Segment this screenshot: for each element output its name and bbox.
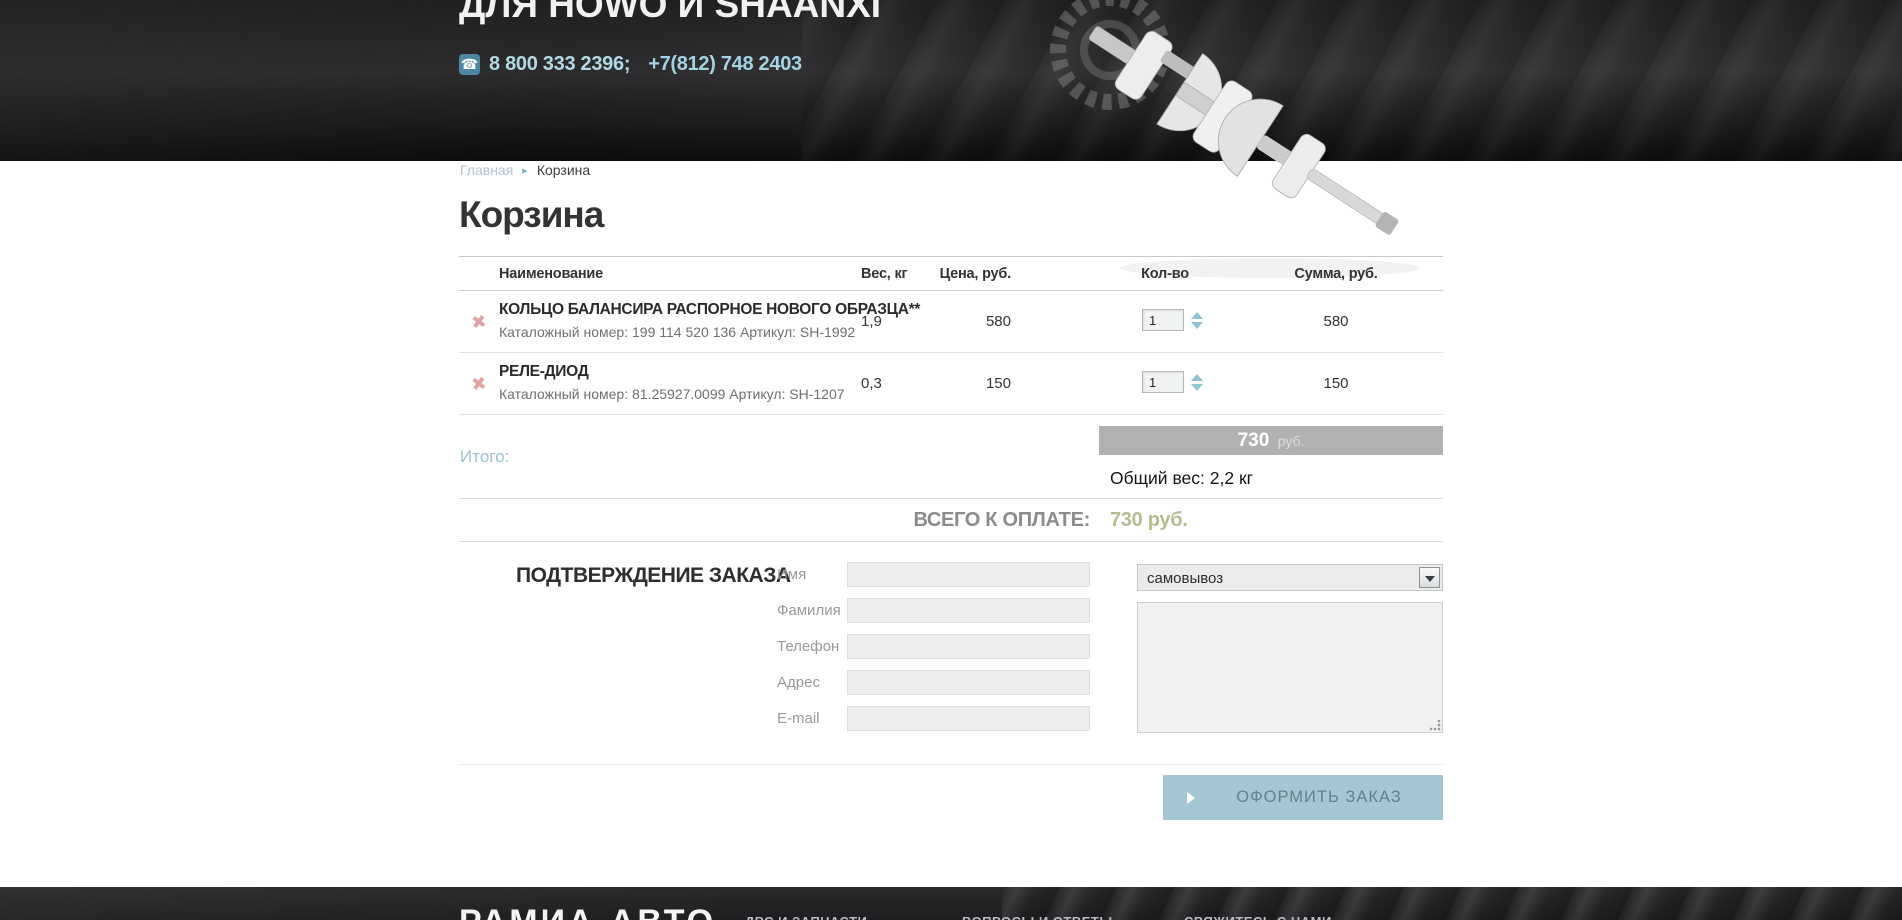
cart-table-header: Наименование Вес, кг Цена, руб. Кол-во С… (459, 256, 1443, 291)
qty-up-icon[interactable] (1191, 373, 1203, 381)
total-weight: Общий вес: 2,2 кг (1110, 468, 1253, 488)
qty-down-icon[interactable] (1191, 321, 1203, 329)
column-header-weight: Вес, кг (861, 266, 908, 282)
phone-field-label: Телефон (777, 638, 840, 655)
breadcrumb-arrow-icon: ▸ (522, 164, 528, 177)
item-weight: 1,9 (861, 313, 882, 330)
form-row: E-mail (459, 706, 1119, 732)
quantity-stepper (1142, 309, 1203, 331)
totals-label: Итого: (460, 447, 510, 466)
address-field[interactable] (847, 670, 1090, 695)
select-dropdown-button[interactable] (1419, 567, 1440, 588)
quantity-stepper (1142, 371, 1203, 393)
quantity-arrows (1191, 373, 1203, 391)
divider (459, 498, 1443, 499)
name-field[interactable] (847, 562, 1090, 587)
item-details: Каталожный номер: 81.25927.0099 Артикул:… (499, 386, 845, 402)
surname-field-label: Фамилия (777, 602, 841, 619)
email-field-label: E-mail (777, 710, 820, 727)
submit-order-button[interactable]: ОФОРМИТЬ ЗАКАЗ (1163, 775, 1443, 820)
breadcrumb: Главная ▸ Корзина (460, 162, 590, 178)
quantity-input[interactable] (1142, 371, 1184, 393)
name-field-label: Имя (777, 566, 807, 583)
column-header-sum: Сумма, руб. (1294, 266, 1378, 282)
form-row: Адрес (459, 670, 1119, 696)
breadcrumb-home-link[interactable]: Главная (460, 162, 513, 178)
delete-item-icon[interactable]: ✖ (465, 371, 492, 398)
page-title: Корзина (459, 194, 604, 235)
table-row: ✖ КОЛЬЦО БАЛАНСИРА РАСПОРНОЕ НОВОГО ОБРА… (459, 291, 1443, 353)
total-amount-currency: руб. (1277, 433, 1305, 449)
item-sum: 150 (1323, 375, 1349, 392)
item-price: 150 (985, 375, 1011, 392)
delivery-method-select[interactable]: самовывоз (1137, 564, 1443, 591)
column-header-price: Цена, руб. (939, 266, 1012, 282)
item-price: 580 (985, 313, 1011, 330)
submit-order-label: ОФОРМИТЬ ЗАКАЗ (1236, 788, 1402, 806)
qty-up-icon[interactable] (1191, 311, 1203, 319)
phone-field[interactable] (847, 634, 1090, 659)
email-field[interactable] (847, 706, 1090, 731)
order-comment-textarea[interactable] (1137, 602, 1443, 733)
table-row: ✖ РЕЛЕ-ДИОД Каталожный номер: 81.25927.0… (459, 353, 1443, 415)
divider (459, 541, 1443, 542)
surname-field[interactable] (847, 598, 1090, 623)
qty-down-icon[interactable] (1191, 383, 1203, 391)
quantity-input[interactable] (1142, 309, 1184, 331)
delivery-selected-option: самовывоз (1147, 570, 1224, 587)
item-weight: 0,3 (861, 375, 882, 392)
item-name: КОЛЬЦО БАЛАНСИРА РАСПОРНОЕ НОВОГО ОБРАЗЦ… (499, 301, 921, 318)
chevron-down-icon (1425, 576, 1435, 582)
form-row: Имя (459, 562, 1119, 588)
cart-table: Наименование Вес, кг Цена, руб. Кол-во С… (459, 256, 1443, 415)
delete-item-icon[interactable]: ✖ (465, 309, 492, 336)
item-name: РЕЛЕ-ДИОД (499, 363, 589, 380)
breadcrumb-current: Корзина (536, 162, 591, 178)
grand-total-value: 730 руб. (1110, 509, 1188, 531)
total-amount-bar: 730 руб. (1099, 426, 1443, 455)
column-header-name: Наименование (499, 266, 603, 282)
total-amount-value: 730 (1237, 430, 1270, 451)
quantity-arrows (1191, 311, 1203, 329)
form-row: Фамилия (459, 598, 1119, 624)
column-header-qty: Кол-во (1141, 266, 1189, 282)
item-details: Каталожный номер: 199 114 520 136 Артику… (499, 324, 856, 340)
submit-arrow-icon (1187, 791, 1195, 804)
item-sum: 580 (1323, 313, 1349, 330)
main-container: Главная ▸ Корзина Корзина Наименование В… (459, 0, 1443, 920)
cart-page: ДЛЯ HOWO И SHAANXI ☎ 8 800 333 2396; +7(… (0, 0, 1902, 920)
grand-total-label: ВСЕГО К ОПЛАТЕ: (913, 509, 1090, 531)
address-field-label: Адрес (777, 674, 820, 691)
divider (459, 764, 1443, 765)
form-row: Телефон (459, 634, 1119, 660)
